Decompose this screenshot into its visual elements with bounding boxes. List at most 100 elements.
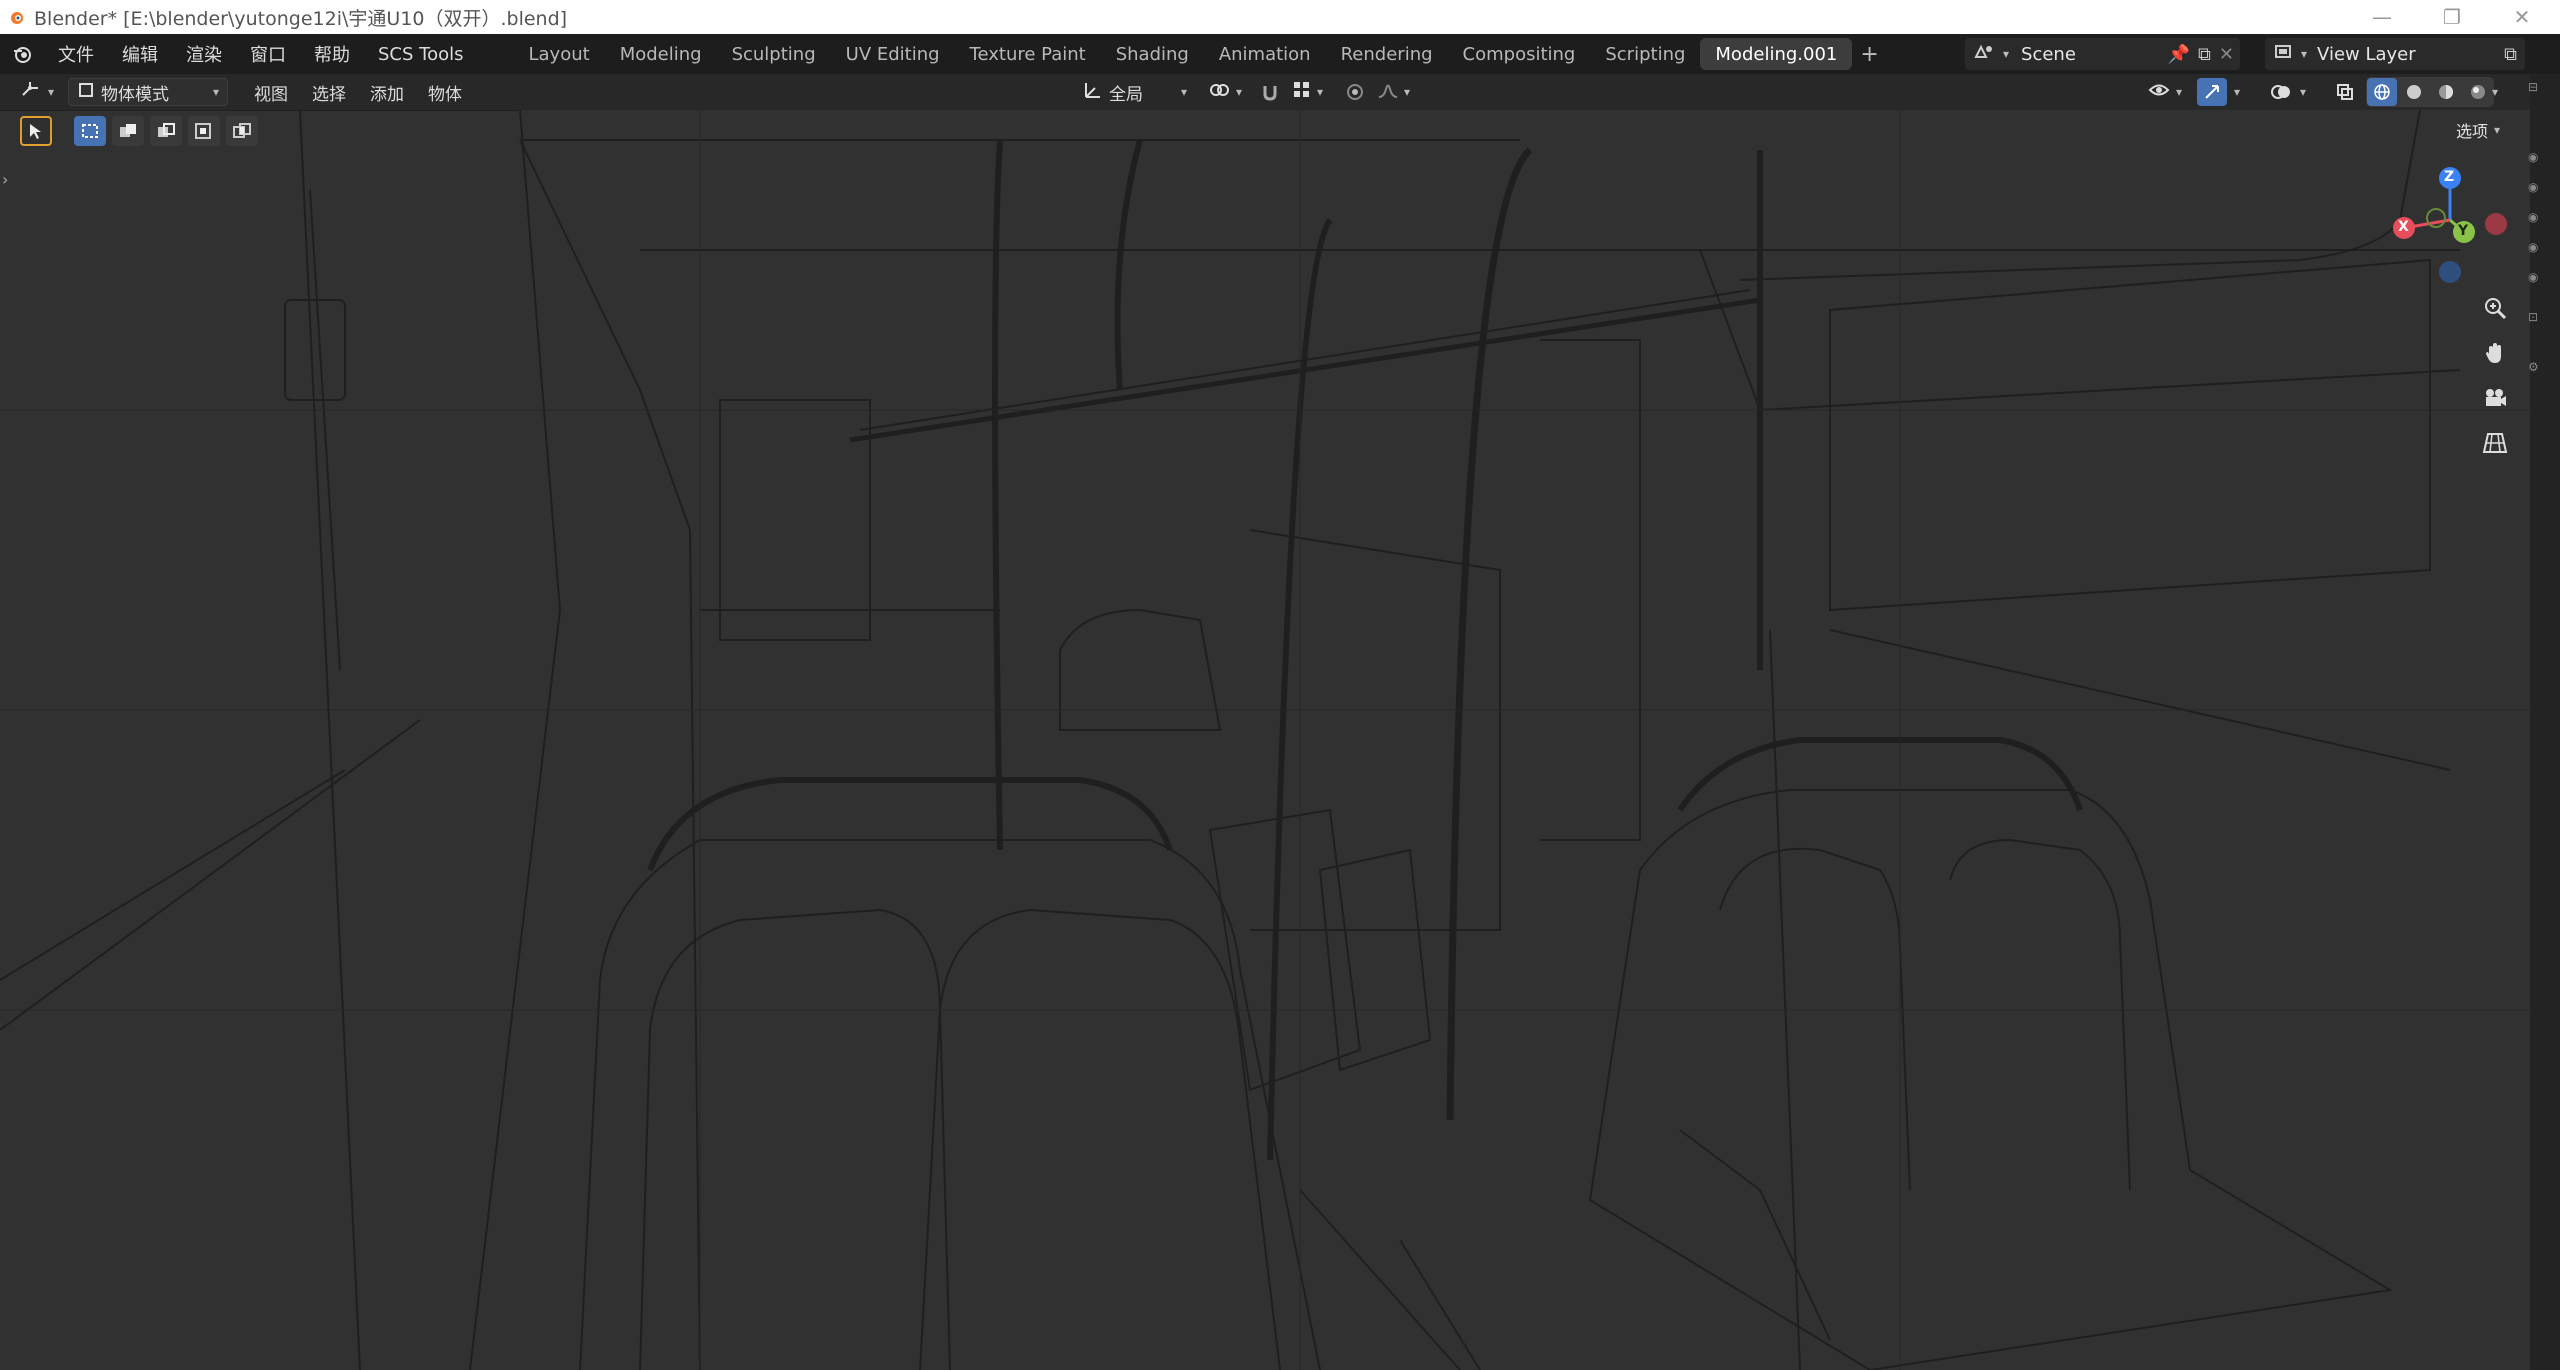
chevron-down-icon: ▾ xyxy=(1180,85,1187,99)
wireframe-scene xyxy=(0,110,2530,1370)
chevron-down-icon: ▾ xyxy=(2176,85,2183,99)
perspective-toggle-icon[interactable] xyxy=(2475,423,2515,463)
gizmo-x-label[interactable]: X xyxy=(2398,219,2409,235)
chevron-down-icon: ▾ xyxy=(1404,85,1411,99)
visibility-dropdown[interactable]: ▾ xyxy=(2140,78,2190,106)
gizmo-z-label[interactable]: Z xyxy=(2444,169,2454,185)
menu-view[interactable]: 视图 xyxy=(242,80,300,105)
gizmo-toggle-icon[interactable] xyxy=(2197,78,2227,106)
select-extend-icon[interactable] xyxy=(112,116,144,146)
restrict-toggle-icon[interactable]: ◉ xyxy=(2528,180,2542,198)
snap-toggle-icon[interactable] xyxy=(1255,78,1285,106)
transform-orientation-label: 全局 xyxy=(1109,84,1143,105)
pivot-icon xyxy=(1208,80,1230,105)
properties-icon[interactable]: ⚙ xyxy=(2528,360,2542,378)
new-scene-icon[interactable]: ⧉ xyxy=(2198,44,2211,65)
view-layer-name[interactable]: View Layer xyxy=(2317,44,2504,65)
chevron-down-icon: ▾ xyxy=(2492,85,2499,99)
orientation-icon xyxy=(1083,80,1103,105)
scene-selector[interactable]: ▾ Scene 📌 ⧉ ✕ xyxy=(1965,38,2240,70)
zoom-icon[interactable] xyxy=(2475,288,2515,328)
wireframe-shading-icon[interactable] xyxy=(2367,78,2397,106)
properties-icon[interactable]: ⊡ xyxy=(2528,310,2542,328)
select-invert-icon[interactable] xyxy=(188,116,220,146)
tab-modeling[interactable]: Modeling xyxy=(605,38,717,70)
gizmo-dropdown[interactable]: ▾ xyxy=(2230,78,2244,106)
transform-orientation-dropdown[interactable]: 全局 ▾ xyxy=(1075,78,1195,106)
restrict-toggle-icon[interactable]: ◉ xyxy=(2528,240,2542,258)
menu-scs-tools[interactable]: SCS Tools xyxy=(364,34,477,74)
menu-select[interactable]: 选择 xyxy=(300,80,358,105)
pan-hand-icon[interactable] xyxy=(2475,333,2515,373)
restore-button[interactable]: ❐ xyxy=(2420,0,2484,34)
menu-add[interactable]: 添加 xyxy=(358,80,416,105)
eye-icon xyxy=(2148,81,2170,104)
grid-snap-icon xyxy=(1293,81,1311,104)
material-preview-icon[interactable] xyxy=(2431,78,2461,106)
editor-type-button[interactable]: ▾ xyxy=(12,78,62,106)
tab-scripting[interactable]: Scripting xyxy=(1590,38,1700,70)
object-mode-dropdown[interactable]: 物体模式 ▾ xyxy=(68,78,229,106)
new-view-layer-icon[interactable]: ⧉ xyxy=(2504,44,2517,65)
options-label: 选项 xyxy=(2455,122,2488,141)
falloff-curve-icon xyxy=(1378,81,1398,104)
delete-scene-icon[interactable]: ✕ xyxy=(2219,44,2234,65)
xray-toggle-icon[interactable] xyxy=(2330,78,2360,106)
add-workspace-button[interactable]: + xyxy=(1852,42,1886,67)
menu-edit[interactable]: 编辑 xyxy=(108,34,172,74)
overlays-toggle-icon[interactable] xyxy=(2266,78,2296,106)
options-dropdown[interactable]: 选项 ▾ xyxy=(2456,118,2500,142)
tab-layout[interactable]: Layout xyxy=(513,38,604,70)
tab-shading[interactable]: Shading xyxy=(1101,38,1204,70)
restrict-toggle-icon[interactable]: ◉ xyxy=(2528,270,2542,288)
toolbar-expand-icon[interactable]: › xyxy=(2,170,8,189)
object-mode-label: 物体模式 xyxy=(101,84,170,105)
blender-menu-icon[interactable] xyxy=(0,34,44,74)
overlays-dropdown[interactable]: ▾ xyxy=(2296,78,2310,106)
view-layer-icon xyxy=(2273,43,2295,66)
tab-compositing[interactable]: Compositing xyxy=(1448,38,1591,70)
camera-view-icon[interactable] xyxy=(2475,378,2515,418)
chevron-down-icon: ▾ xyxy=(1236,85,1243,99)
tab-animation[interactable]: Animation xyxy=(1204,38,1326,70)
solid-shading-icon[interactable] xyxy=(2399,78,2429,106)
falloff-dropdown[interactable]: ▾ xyxy=(1370,78,1418,106)
viewport-header: ▾ 物体模式 ▾ 视图 选择 添加 物体 全局 ▾ ▾ ▾ ▾ ▾ ▾ ▾ ▾ xyxy=(0,74,2560,110)
3d-viewport[interactable] xyxy=(0,110,2530,1370)
gizmo-y-label[interactable]: Y xyxy=(2458,223,2468,239)
menu-help[interactable]: 帮助 xyxy=(300,34,364,74)
proportional-edit-icon[interactable] xyxy=(1340,78,1370,106)
shading-dropdown[interactable]: ▾ xyxy=(2488,78,2502,106)
pivot-point-dropdown[interactable]: ▾ xyxy=(1200,78,1250,106)
menu-window[interactable]: 窗口 xyxy=(236,34,300,74)
scene-name[interactable]: Scene xyxy=(2021,44,2168,65)
restrict-toggle-icon[interactable]: ◉ xyxy=(2528,150,2542,168)
outliner-icon[interactable]: ⊟ xyxy=(2528,80,2542,98)
menu-file[interactable]: 文件 xyxy=(44,34,108,74)
tab-uv-editing[interactable]: UV Editing xyxy=(831,38,955,70)
restrict-toggle-icon[interactable]: ◉ xyxy=(2528,210,2542,228)
view-layer-selector[interactable]: ▾ View Layer ⧉ xyxy=(2265,38,2525,70)
window-title: Blender* [E:\blender\yutonge12i\宇通U10（双开… xyxy=(34,7,568,30)
select-new-icon[interactable] xyxy=(74,116,106,146)
chevron-down-icon: ▾ xyxy=(213,85,220,99)
select-subtract-icon[interactable] xyxy=(150,116,182,146)
menu-render[interactable]: 渲染 xyxy=(172,34,236,74)
tab-rendering[interactable]: Rendering xyxy=(1326,38,1448,70)
tab-texture-paint[interactable]: Texture Paint xyxy=(955,38,1101,70)
pin-icon[interactable]: 📌 xyxy=(2168,44,2190,65)
select-toolbox xyxy=(20,116,258,146)
chevron-down-icon: ▾ xyxy=(2301,47,2308,61)
select-intersect-icon[interactable] xyxy=(226,116,258,146)
window-titlebar: Blender* [E:\blender\yutonge12i\宇通U10（双开… xyxy=(0,0,2560,34)
blender-logo-icon xyxy=(6,6,28,28)
navigation-gizmo[interactable]: Z Y X xyxy=(2380,160,2520,300)
select-tool-icon[interactable] xyxy=(20,116,52,146)
minimize-button[interactable]: — xyxy=(2350,0,2414,34)
tab-modeling-001[interactable]: Modeling.001 xyxy=(1700,38,1853,70)
chevron-down-icon: ▾ xyxy=(2300,85,2307,99)
menu-object[interactable]: 物体 xyxy=(416,80,474,105)
tab-sculpting[interactable]: Sculpting xyxy=(717,38,831,70)
close-window-button[interactable]: ✕ xyxy=(2490,0,2554,34)
snap-target-dropdown[interactable]: ▾ xyxy=(1285,78,1331,106)
